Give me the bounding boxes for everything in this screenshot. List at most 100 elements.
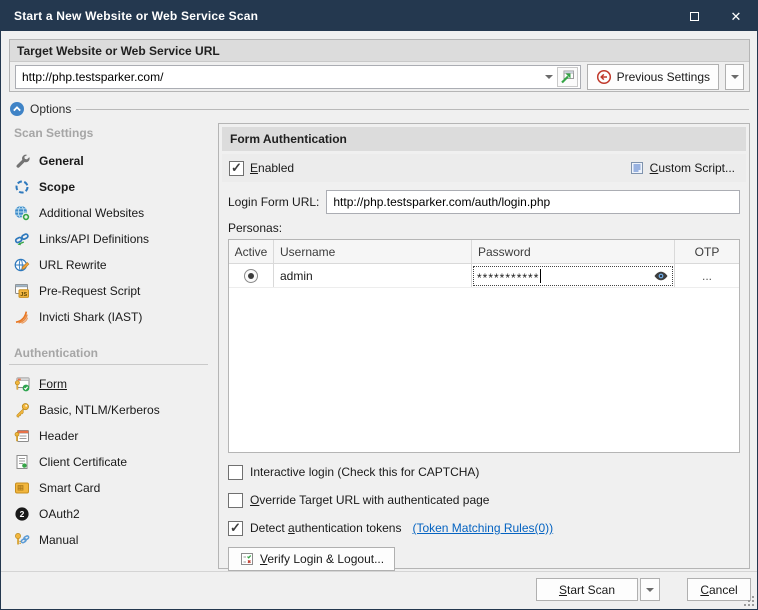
detect-tokens-label: Detect authentication tokens	[250, 521, 401, 535]
persona-username-cell[interactable]: admin	[274, 264, 472, 287]
collapse-chevron-icon	[9, 101, 25, 117]
enabled-label: Enabled	[250, 161, 294, 175]
wrench-icon	[14, 153, 30, 169]
maximize-button[interactable]	[673, 1, 715, 31]
previous-settings-button[interactable]: Previous Settings	[587, 64, 719, 90]
show-password-eye-icon[interactable]	[653, 268, 669, 284]
column-header-active[interactable]: Active	[229, 240, 274, 263]
close-icon: ✕	[731, 10, 742, 23]
target-url-combobox[interactable]	[15, 65, 581, 89]
target-url-dropdown[interactable]	[541, 66, 557, 88]
footer-divider	[1, 571, 757, 572]
enabled-checkbox[interactable]	[229, 161, 244, 176]
personas-label: Personas:	[228, 221, 740, 235]
cancel-button[interactable]: Cancel	[687, 578, 751, 601]
persona-active-radio[interactable]	[244, 269, 258, 283]
sidebar-item-label: Header	[39, 429, 78, 443]
options-divider	[76, 109, 749, 110]
override-target-label: Override Target URL with authenticated p…	[250, 493, 489, 507]
login-form-url-label: Login Form URL:	[228, 195, 319, 209]
sidebar-item-label: URL Rewrite	[39, 258, 107, 272]
sidebar-item-general[interactable]: General	[1, 148, 218, 174]
start-scan-label: Start Scan	[559, 583, 615, 597]
open-url-button[interactable]	[557, 67, 578, 87]
sidebar-item-label: Pre-Request Script	[39, 284, 140, 298]
settings-sidebar: Scan Settings General Scope	[1, 121, 218, 569]
detect-tokens-checkbox[interactable]	[228, 521, 243, 536]
shark-fin-icon	[14, 309, 30, 325]
sidebar-item-label: Additional Websites	[39, 206, 144, 220]
sidebar-item-label: Scope	[39, 180, 75, 194]
sidebar-item-additional-websites[interactable]: Additional Websites	[1, 200, 218, 226]
open-in-browser-icon	[559, 69, 575, 85]
column-header-username[interactable]: Username	[274, 240, 472, 263]
scan-settings-section-title: Scan Settings	[14, 124, 218, 142]
key-link-icon	[14, 532, 30, 548]
previous-back-icon	[596, 69, 612, 85]
login-form-url-row: Login Form URL:	[228, 190, 740, 214]
target-url-group: Target Website or Web Service URL	[9, 39, 750, 92]
sidebar-item-smart-card[interactable]: Smart Card	[1, 475, 218, 501]
target-url-input[interactable]	[16, 70, 541, 84]
sidebar-item-header-auth[interactable]: Header	[1, 423, 218, 449]
scope-circle-icon	[14, 179, 30, 195]
chevron-down-icon	[731, 75, 739, 79]
svg-text:2: 2	[20, 509, 25, 519]
globe-pencil-icon	[14, 257, 30, 273]
globe-add-icon	[14, 205, 30, 221]
cancel-label: Cancel	[700, 583, 737, 597]
column-header-otp[interactable]: OTP	[675, 240, 739, 263]
close-button[interactable]: ✕	[715, 1, 757, 31]
sidebar-item-links-api-definitions[interactable]: Links/API Definitions	[1, 226, 218, 252]
token-matching-rules-link[interactable]: (Token Matching Rules(0))	[412, 521, 553, 535]
sidebar-item-client-certificate[interactable]: Client Certificate	[1, 449, 218, 475]
sidebar-item-url-rewrite[interactable]: URL Rewrite	[1, 252, 218, 278]
personas-table-header: Active Username Password OTP	[229, 240, 739, 264]
certificate-document-icon	[14, 454, 30, 470]
key-icon	[14, 402, 30, 418]
interactive-login-row: Interactive login (Check this for CAPTCH…	[228, 462, 740, 482]
sidebar-item-oauth2[interactable]: 2 OAuth2	[1, 501, 218, 527]
start-scan-dropdown[interactable]	[640, 578, 660, 601]
column-header-password[interactable]: Password	[472, 240, 675, 263]
persona-active-cell	[229, 264, 274, 287]
detect-tokens-row: Detect authentication tokens (Token Matc…	[228, 518, 740, 538]
verify-login-logout-button[interactable]: Verify Login & Logout...	[228, 547, 395, 571]
svg-text:JS: JS	[20, 292, 27, 298]
sidebar-item-basic-ntlm-kerberos[interactable]: Basic, NTLM/Kerberos	[1, 397, 218, 423]
options-toggle[interactable]: Options	[9, 101, 749, 117]
maximize-icon	[690, 12, 699, 21]
sidebar-item-pre-request-script[interactable]: JS Pre-Request Script	[1, 278, 218, 304]
oauth2-icon: 2	[14, 506, 30, 522]
options-label: Options	[30, 102, 71, 116]
dialog-client-area: Target Website or Web Service URL	[1, 31, 757, 609]
authentication-section-title: Authentication	[14, 344, 218, 362]
sidebar-item-scope[interactable]: Scope	[1, 174, 218, 200]
form-auth-icon	[14, 376, 30, 392]
scan-dialog-window: Start a New Website or Web Service Scan …	[0, 0, 758, 610]
start-scan-button[interactable]: Start Scan	[536, 578, 638, 601]
verify-login-logout-label: Verify Login & Logout...	[260, 552, 384, 566]
chevron-down-icon	[545, 75, 553, 79]
sidebar-item-label: Manual	[39, 533, 78, 547]
sidebar-item-invicti-shark[interactable]: Invicti Shark (IAST)	[1, 304, 218, 330]
previous-settings-dropdown[interactable]	[725, 64, 744, 90]
text-caret	[540, 269, 541, 283]
persona-password-cell: ***********	[472, 264, 675, 287]
override-target-checkbox[interactable]	[228, 493, 243, 508]
window-title: Start a New Website or Web Service Scan	[1, 9, 258, 23]
sidebar-item-form[interactable]: Form	[1, 371, 218, 397]
sidebar-item-manual[interactable]: Manual	[1, 527, 218, 553]
custom-script-button[interactable]: Custom Script...	[625, 158, 739, 178]
authentication-section-divider	[9, 364, 208, 365]
sidebar-item-label: Form	[39, 377, 67, 391]
sidebar-item-label: Links/API Definitions	[39, 232, 149, 246]
titlebar: Start a New Website or Web Service Scan …	[1, 1, 757, 31]
password-edit-field[interactable]: ***********	[473, 266, 673, 286]
persona-otp-button[interactable]: ...	[675, 264, 739, 287]
form-authentication-panel: Form Authentication Enabled Custom Scrip…	[218, 123, 750, 569]
personas-table-empty-area	[229, 288, 739, 452]
login-form-url-input[interactable]	[326, 190, 740, 214]
interactive-login-checkbox[interactable]	[228, 465, 243, 480]
resize-grip[interactable]	[744, 596, 755, 607]
